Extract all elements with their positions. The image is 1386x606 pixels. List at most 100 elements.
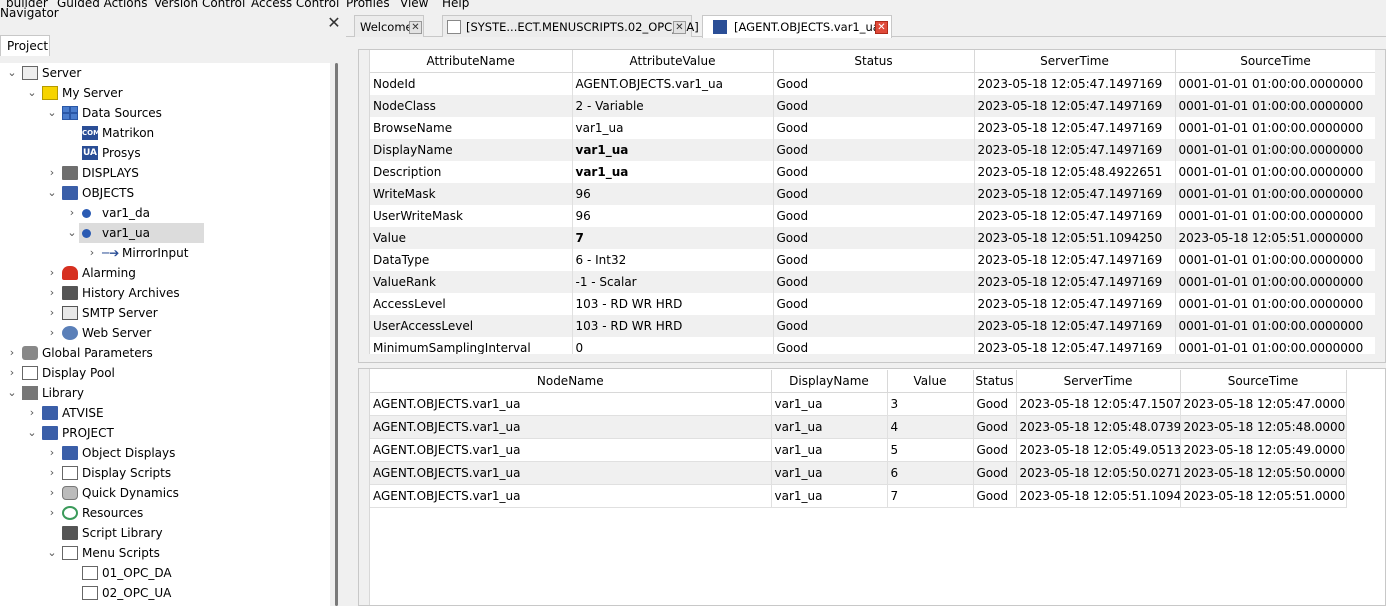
menu-profiles[interactable]: Profiles xyxy=(346,0,390,11)
column-header-sourcetime[interactable]: SourceTime xyxy=(1180,370,1347,393)
tab-agent-objects-var1-ua[interactable]: [AGENT.OBJECTS.var1_ua] ✕ xyxy=(702,15,892,38)
table-row[interactable]: NodeClass 2 - Variable Good 2023-05-18 12:0… xyxy=(370,95,1377,117)
menu-access-control[interactable]: Access Control xyxy=(251,0,339,11)
tree-item-data-sources[interactable]: ⌄ Data Sources xyxy=(0,103,330,123)
chevron-down-icon[interactable]: ⌄ xyxy=(65,223,79,243)
tree-item-server[interactable]: ⌄ Server xyxy=(0,63,330,83)
chevron-right-icon[interactable]: › xyxy=(45,263,59,283)
tree-item-display-pool[interactable]: › Display Pool xyxy=(0,363,330,383)
chevron-down-icon[interactable]: ⌄ xyxy=(45,183,59,203)
menu-help[interactable]: Help xyxy=(442,0,469,11)
table-row[interactable]: AGENT.OBJECTS.var1_ua var1_ua 3 Good 2023-05… xyxy=(370,392,1347,416)
chevron-right-icon[interactable]: › xyxy=(45,483,59,503)
column-header-attributename[interactable]: AttributeName xyxy=(370,50,573,73)
chevron-right-icon[interactable]: › xyxy=(45,163,59,183)
chevron-right-icon[interactable]: › xyxy=(45,443,59,463)
tree-item-objects[interactable]: ⌄ OBJECTS xyxy=(0,183,330,203)
tree-item-my-server[interactable]: ⌄ My Server xyxy=(0,83,330,103)
tab-project[interactable]: Project xyxy=(0,35,50,56)
table-row[interactable]: Value 7 Good 2023-05-18 12:05:51.1094250 202… xyxy=(370,227,1377,249)
chevron-right-icon[interactable]: › xyxy=(5,343,19,363)
chevron-right-icon[interactable]: › xyxy=(65,203,79,223)
attributes-horizontal-scrollbar[interactable] xyxy=(359,354,1385,362)
tree-item-var1-ua[interactable]: ⌄ var1_ua xyxy=(0,223,330,243)
column-header-servertime[interactable]: ServerTime xyxy=(974,50,1176,73)
tree-item-alarming[interactable]: › Alarming xyxy=(0,263,330,283)
scrollbar-thumb[interactable] xyxy=(335,63,338,606)
chevron-down-icon[interactable]: ⌄ xyxy=(5,383,19,403)
close-icon[interactable]: ✕ xyxy=(409,21,422,34)
tree-item-mirrorinput[interactable]: › ─➔ MirrorInput xyxy=(0,243,330,263)
table-row[interactable]: WriteMask 96 Good 2023-05-18 12:05:47.14971… xyxy=(370,183,1377,205)
chevron-down-icon[interactable]: ⌄ xyxy=(5,63,19,83)
table-row[interactable]: UserAccessLevel 103 - RD WR HRD Good 2023-0… xyxy=(370,315,1377,337)
tree-item-01-opc-da[interactable]: 01_OPC_DA xyxy=(0,563,330,583)
table-cell: 2023-05-18 12:05:50.0000000 xyxy=(1180,461,1347,485)
chevron-right-icon[interactable]: › xyxy=(5,363,19,383)
table-row[interactable]: AGENT.OBJECTS.var1_ua var1_ua 4 Good 2023-05… xyxy=(370,415,1347,439)
column-header-servertime[interactable]: ServerTime xyxy=(1016,370,1181,393)
chevron-down-icon[interactable]: ⌄ xyxy=(45,103,59,123)
tree-item-smtp-server[interactable]: › SMTP Server xyxy=(0,303,330,323)
chevron-right-icon[interactable]: › xyxy=(45,463,59,483)
table-row[interactable]: AccessLevel 103 - RD WR HRD Good 2023-05-18… xyxy=(370,293,1377,315)
tree-item-label: Alarming xyxy=(82,266,136,280)
tree-item-script-library[interactable]: Script Library xyxy=(0,523,330,543)
table-row[interactable]: NodeId AGENT.OBJECTS.var1_ua Good 2023-05-1… xyxy=(370,72,1377,95)
column-header-nodename[interactable]: NodeName xyxy=(370,370,772,393)
tree-item-web-server[interactable]: › Web Server xyxy=(0,323,330,343)
table-row[interactable]: AGENT.OBJECTS.var1_ua var1_ua 5 Good 2023-05… xyxy=(370,438,1347,462)
chevron-down-icon[interactable]: ⌄ xyxy=(25,423,39,443)
column-header-displayname[interactable]: DisplayName xyxy=(771,370,888,393)
menu-version-control[interactable]: Version Control xyxy=(154,0,245,11)
chevron-right-icon[interactable]: › xyxy=(85,243,99,263)
tree-item-library[interactable]: ⌄ Library xyxy=(0,383,330,403)
table-cell: UserWriteMask xyxy=(370,205,573,227)
tree-item-atvise[interactable]: › ATVISE xyxy=(0,403,330,423)
tree-item-menu-scripts[interactable]: ⌄ Menu Scripts xyxy=(0,543,330,563)
table-row[interactable]: DataType 6 - Int32 Good 2023-05-18 12:05:47… xyxy=(370,249,1377,271)
menu-guided-actions[interactable]: Guided Actions xyxy=(57,0,148,11)
chevron-right-icon[interactable]: › xyxy=(45,303,59,323)
tree-item-matrikon[interactable]: COM Matrikon xyxy=(0,123,330,143)
tree-item-display-scripts[interactable]: › Display Scripts xyxy=(0,463,330,483)
chevron-down-icon[interactable]: ⌄ xyxy=(25,83,39,103)
tree-item-quick-dynamics[interactable]: › Quick Dynamics xyxy=(0,483,330,503)
table-row[interactable]: DisplayName var1_ua Good 2023-05-18 12:05:4… xyxy=(370,139,1377,161)
tree-item-object-displays[interactable]: › Object Displays xyxy=(0,443,330,463)
attributes-vertical-scrollbar[interactable] xyxy=(1375,50,1385,356)
close-icon[interactable]: ✕ xyxy=(875,21,888,34)
table-row[interactable]: AGENT.OBJECTS.var1_ua var1_ua 7 Good 2023-05… xyxy=(370,484,1347,508)
tree-item-displays[interactable]: › DISPLAYS xyxy=(0,163,330,183)
table-cell: 103 - RD WR HRD xyxy=(572,293,774,315)
tree-item-resources[interactable]: › Resources xyxy=(0,503,330,523)
tree-item-var1-da[interactable]: › var1_da xyxy=(0,203,330,223)
tab-menuscript[interactable]: [SYSTE...ECT.MENUSCRIPTS.02_OPC_UA] ✕ xyxy=(442,15,699,37)
tree-item-history-archives[interactable]: › History Archives xyxy=(0,283,330,303)
tab-welcome[interactable]: Welcome ✕ xyxy=(354,15,424,37)
chevron-right-icon[interactable]: › xyxy=(45,283,59,303)
chevron-right-icon[interactable]: › xyxy=(25,403,39,423)
close-icon[interactable]: ✕ xyxy=(673,21,686,34)
tree-item-project[interactable]: ⌄ PROJECT xyxy=(0,423,330,443)
tree-item-global-parameters[interactable]: › Global Parameters xyxy=(0,343,330,363)
history-gutter xyxy=(359,369,370,605)
table-row[interactable]: Description var1_ua Good 2023-05-18 12:05:4… xyxy=(370,161,1377,183)
chevron-right-icon[interactable]: › xyxy=(45,503,59,523)
column-header-attributevalue[interactable]: AttributeValue xyxy=(572,50,774,73)
table-row[interactable]: AGENT.OBJECTS.var1_ua var1_ua 6 Good 2023-05… xyxy=(370,461,1347,485)
tree-item-02-opc-ua[interactable]: 02_OPC_UA xyxy=(0,583,330,603)
tree-item-prosys[interactable]: UA Prosys xyxy=(0,143,330,163)
table-row[interactable]: BrowseName var1_ua Good 2023-05-18 12:05:47… xyxy=(370,117,1377,139)
column-header-status[interactable]: Status xyxy=(773,50,975,73)
column-header-status[interactable]: Status xyxy=(973,370,1017,393)
column-header-value[interactable]: Value xyxy=(887,370,974,393)
chevron-right-icon[interactable]: › xyxy=(45,323,59,343)
close-icon[interactable]: ✕ xyxy=(326,14,342,32)
navigator-scrollbar[interactable] xyxy=(330,63,346,606)
chevron-down-icon[interactable]: ⌄ xyxy=(45,543,59,563)
table-row[interactable]: UserWriteMask 96 Good 2023-05-18 12:05:47.1… xyxy=(370,205,1377,227)
menu-view[interactable]: View xyxy=(400,0,428,11)
table-row[interactable]: ValueRank -1 - Scalar Good 2023-05-18 12:05… xyxy=(370,271,1377,293)
column-header-sourcetime[interactable]: SourceTime xyxy=(1175,50,1377,73)
